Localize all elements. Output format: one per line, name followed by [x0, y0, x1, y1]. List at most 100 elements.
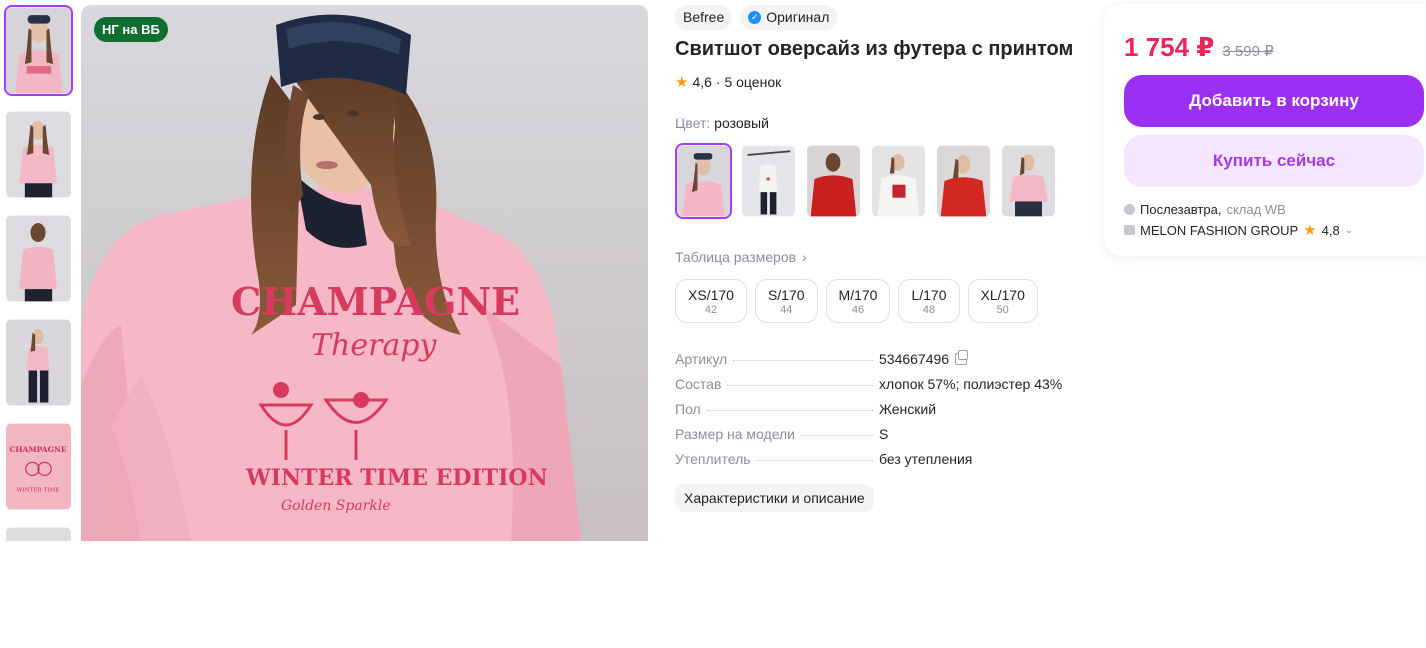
size-label: XL/170	[980, 286, 1025, 303]
thumbnail-strip[interactable]: CHAMPAGNE WINTER TIME	[4, 5, 74, 541]
size-ru: 50	[996, 303, 1009, 316]
spec-value-wrap: 534667496	[879, 350, 1075, 367]
color-swatch-white-ski[interactable]: ✱	[740, 143, 797, 219]
delivery-info: Послезавтра, склад WB	[1124, 202, 1286, 217]
star-icon: ★	[675, 74, 689, 91]
svg-text:WINTER TIME EDITION: WINTER TIME EDITION	[245, 465, 548, 491]
price-row: 1 754 ₽ 3 599 ₽	[1124, 32, 1274, 63]
copy-icon[interactable]	[955, 350, 969, 365]
spec-key: Состав	[675, 376, 722, 392]
color-row: Цвет: розовый	[675, 115, 769, 131]
color-swatch-red[interactable]	[805, 143, 862, 219]
swatch-image	[807, 145, 860, 217]
spec-dots	[727, 385, 873, 386]
seller-rating: 4,8	[1321, 222, 1340, 238]
buy-now-button[interactable]: Купить сейчас	[1124, 135, 1424, 187]
thumbnail-image	[6, 215, 71, 302]
color-swatch-pink[interactable]	[675, 143, 732, 219]
rating-value: 4,6	[692, 74, 712, 90]
size-ru: 48	[922, 303, 936, 316]
chevron-right-icon: ›	[802, 249, 807, 265]
svg-text:Therapy: Therapy	[311, 328, 438, 363]
size-ru: 42	[704, 303, 718, 316]
original-chip[interactable]: ✓ Оригинал	[740, 5, 838, 30]
verified-check-icon: ✓	[748, 11, 762, 24]
thumbnail-image	[6, 111, 71, 198]
promo-badge: НГ на ВБ	[94, 17, 168, 42]
svg-text:✱: ✱	[766, 176, 771, 183]
size-option[interactable]: XS/170 42	[675, 279, 747, 323]
color-swatch-red-2[interactable]	[935, 143, 992, 219]
reviews-count: · 5 оценок	[715, 74, 782, 90]
swatch-image	[1002, 145, 1055, 217]
brand-name: Befree	[683, 9, 725, 25]
size-option[interactable]: L/170 48	[898, 279, 960, 323]
star-icon: ★	[1303, 222, 1317, 239]
spec-value: хлопок 57%; полиэстер 43%	[879, 376, 1063, 392]
size-label: L/170	[911, 286, 947, 303]
seller-name: MELON FASHION GROUP	[1140, 222, 1299, 238]
spec-dots	[733, 360, 873, 361]
color-swatches: ✱	[675, 143, 1057, 219]
add-to-cart-button[interactable]: Добавить в корзину	[1124, 75, 1424, 127]
delivery-date: Послезавтра,	[1140, 202, 1222, 217]
size-ru: 44	[780, 303, 793, 316]
swatch-image	[937, 145, 990, 217]
spec-row: Пол Женский	[675, 401, 1075, 426]
thumbnail-2[interactable]	[4, 109, 73, 200]
old-price: 3 599 ₽	[1222, 43, 1274, 60]
spec-dots	[756, 460, 873, 461]
size-ru: 46	[851, 303, 865, 316]
size-label: M/170	[838, 286, 878, 303]
thumbnail-image	[6, 319, 71, 406]
product-info: Befree ✓ Оригинал Свитшот оверсайз из фу…	[675, 0, 1095, 552]
size-option[interactable]: M/170 46	[825, 279, 891, 323]
spec-row: Утеплитель без утепления	[675, 451, 1075, 476]
thumbnail-5[interactable]: CHAMPAGNE WINTER TIME	[4, 421, 73, 512]
brand-chip[interactable]: Befree	[675, 5, 733, 30]
delivery-icon	[1124, 204, 1135, 215]
svg-text:CHAMPAGNE: CHAMPAGNE	[231, 279, 520, 324]
size-selector: XS/170 42 S/170 44 M/170 46 L/170 48 XL/…	[675, 279, 1038, 323]
brand-chips: Befree ✓ Оригинал	[675, 5, 838, 30]
swatch-image: ✱	[742, 145, 795, 217]
spec-row: Артикул 534667496	[675, 350, 1075, 376]
description-button[interactable]: Характеристики и описание	[675, 484, 874, 512]
warehouse-label: склад WB	[1226, 202, 1286, 217]
main-product-photo[interactable]: CHAMPAGNE Therapy WINTER TIME EDITION Go…	[81, 5, 648, 541]
thumbnail-image	[6, 7, 71, 94]
spec-value: S	[879, 426, 889, 442]
size-table-link[interactable]: Таблица размеров ›	[675, 249, 807, 265]
thumbnail-3[interactable]	[4, 213, 73, 304]
color-swatch-white[interactable]	[870, 143, 927, 219]
color-label: Цвет:	[675, 115, 711, 131]
color-swatch-pink-2[interactable]	[1000, 143, 1057, 219]
svg-text:CHAMPAGNE: CHAMPAGNE	[9, 445, 66, 454]
current-price: 1 754 ₽	[1124, 32, 1215, 62]
spec-key: Утеплитель	[675, 451, 751, 467]
size-table-label: Таблица размеров	[675, 249, 797, 265]
seller-info[interactable]: MELON FASHION GROUP ★ 4,8 ⌄	[1124, 221, 1353, 239]
color-value: розовый	[714, 115, 769, 131]
svg-text:WINTER TIME: WINTER TIME	[17, 487, 60, 493]
thumbnail-image	[6, 527, 71, 541]
size-option[interactable]: S/170 44	[754, 279, 818, 323]
product-rating[interactable]: ★ 4,6 · 5 оценок	[675, 73, 781, 91]
model-photo: CHAMPAGNE Therapy WINTER TIME EDITION Go…	[81, 14, 581, 541]
size-option[interactable]: XL/170 50	[967, 279, 1038, 323]
thumbnail-4[interactable]	[4, 317, 73, 408]
article-number: 534667496	[879, 351, 950, 367]
svg-text:Golden Sparkle: Golden Sparkle	[281, 498, 391, 514]
spec-dots	[706, 410, 873, 411]
spec-row: Состав хлопок 57%; полиэстер 43%	[675, 376, 1075, 401]
spec-key: Пол	[675, 401, 701, 417]
shop-icon	[1124, 225, 1135, 235]
spec-key: Размер на модели	[675, 426, 795, 442]
spec-row: Размер на модели S	[675, 426, 1075, 451]
thumbnail-6[interactable]	[4, 525, 73, 541]
size-label: XS/170	[688, 286, 734, 303]
spec-dots	[801, 435, 873, 436]
thumbnail-1[interactable]	[4, 5, 73, 96]
thumbnail-image: CHAMPAGNE WINTER TIME	[6, 423, 71, 510]
size-label: S/170	[767, 286, 805, 303]
